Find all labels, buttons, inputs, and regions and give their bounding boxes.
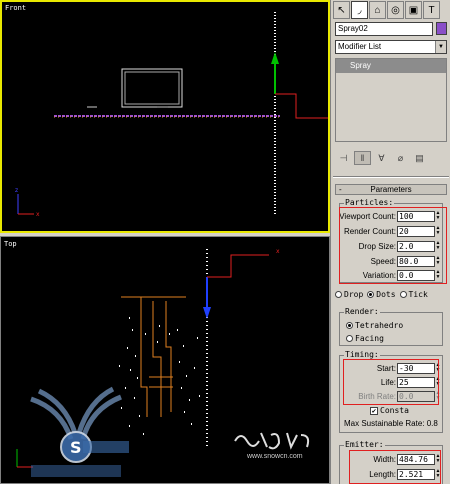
highlight-emitter bbox=[349, 450, 441, 484]
front-viewport[interactable]: Front z x bbox=[0, 0, 330, 233]
utilities-icon[interactable]: T bbox=[423, 1, 440, 19]
stack-toolbar: ⊣ ‖ ∀ ⌀ ▤ bbox=[335, 150, 447, 166]
watermark-url: www.snowcn.com bbox=[247, 453, 303, 460]
create-icon[interactable]: ↖ bbox=[333, 1, 350, 19]
watermark-logo: S bbox=[30, 386, 129, 477]
make-unique-icon[interactable]: ∀ bbox=[373, 151, 390, 165]
top-viewport[interactable]: Top x S www.snowcn.com bbox=[0, 236, 330, 484]
front-viewport-scene: z x bbox=[15, 12, 328, 218]
stack-item-spray[interactable]: Spray bbox=[336, 59, 446, 73]
max-rate-label: Max Sustainable Rate: bbox=[344, 419, 425, 428]
watermark-calligraphy bbox=[234, 432, 310, 450]
svg-text:x: x bbox=[276, 248, 280, 255]
modifier-list-dropdown[interactable]: Modifier List ▼ bbox=[335, 40, 447, 54]
render-title: Render: bbox=[344, 307, 380, 316]
emitter-title: Emitter: bbox=[344, 440, 385, 449]
check-icon: ✔ bbox=[370, 407, 378, 415]
hierarchy-icon[interactable]: ⌂ bbox=[369, 1, 386, 19]
particles-title: Particles: bbox=[344, 198, 395, 207]
scattered-particles bbox=[119, 317, 200, 435]
command-panel-tabs: ↖ ◞ ⌂ ◎ ▣ T bbox=[333, 1, 440, 21]
rollout-title: Parameters bbox=[370, 185, 412, 194]
display-icon[interactable]: ▣ bbox=[405, 1, 422, 19]
max-rate-row: Max Sustainable Rate: 0.8 bbox=[344, 419, 448, 431]
object-name-field[interactable]: Spray02 bbox=[335, 22, 433, 36]
modify-icon[interactable]: ◞ bbox=[351, 1, 368, 19]
radio-dots[interactable]: Dots bbox=[367, 290, 396, 299]
tv-outline bbox=[121, 68, 183, 108]
pin-stack-icon[interactable]: ⊣ bbox=[335, 151, 352, 165]
object-color-swatch[interactable] bbox=[436, 22, 447, 35]
modifier-list-label: Modifier List bbox=[338, 42, 382, 51]
constant-checkbox[interactable]: ✔ Consta bbox=[370, 406, 450, 418]
parameters-rollout-header[interactable]: - Parameters bbox=[335, 184, 447, 195]
panel-divider bbox=[333, 176, 449, 178]
highlight-particles bbox=[339, 207, 447, 284]
max-rate-value: 0.8 bbox=[426, 419, 438, 428]
configure-sets-icon[interactable]: ▤ bbox=[411, 151, 428, 165]
svg-text:S: S bbox=[70, 438, 82, 457]
highlight-timing bbox=[343, 359, 439, 405]
radio-drop[interactable]: Drop bbox=[335, 290, 363, 299]
motion-icon[interactable]: ◎ bbox=[387, 1, 404, 19]
radio-tetrahedron[interactable]: Tetrahedro bbox=[346, 321, 403, 330]
svg-text:x: x bbox=[36, 211, 40, 218]
remove-modifier-icon[interactable]: ⌀ bbox=[392, 151, 409, 165]
radio-facing[interactable]: Facing bbox=[346, 334, 384, 343]
command-panel: ↖ ◞ ⌂ ◎ ▣ T Spray02 Modifier List ▼ Spra… bbox=[330, 0, 450, 484]
tv-screen bbox=[124, 71, 180, 105]
timing-title: Timing: bbox=[344, 350, 380, 359]
chevron-down-icon[interactable]: ▼ bbox=[435, 41, 446, 53]
render-group: Render: Tetrahedro Facing bbox=[339, 307, 443, 346]
minus-icon: - bbox=[339, 185, 342, 194]
modifier-stack[interactable]: Spray bbox=[335, 58, 447, 142]
radio-tick[interactable]: Tick bbox=[399, 290, 428, 299]
display-mode-radios: Drop Dots Tick bbox=[335, 288, 449, 300]
svg-text:z: z bbox=[15, 187, 18, 194]
show-end-result-icon[interactable]: ‖ bbox=[354, 151, 371, 165]
